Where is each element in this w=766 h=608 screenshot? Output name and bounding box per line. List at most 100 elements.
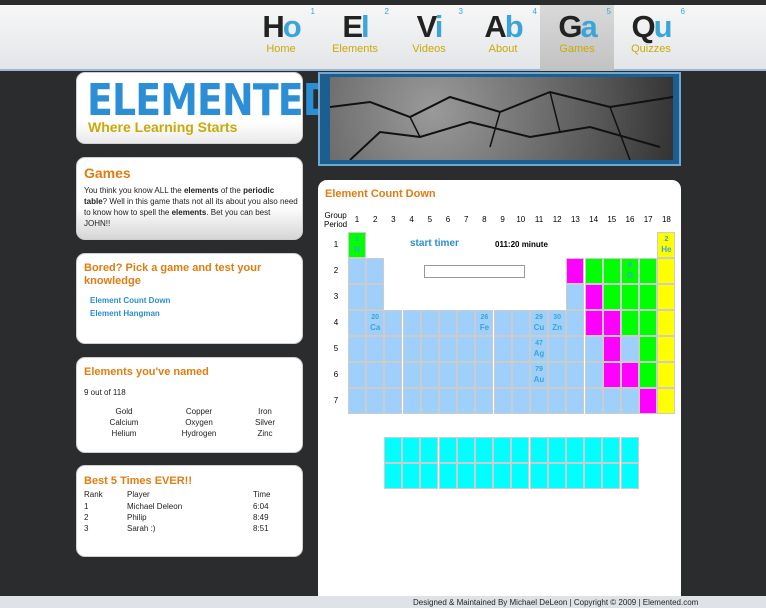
element-cell [348,362,366,388]
best-times-title: Best 5 Times EVER!! [84,475,193,487]
element-cell [621,336,639,362]
best-times-cell: 8:49 [253,513,269,522]
element-cell [475,362,494,388]
element-cell [584,284,603,310]
named-element: Gold [115,407,133,416]
nav-item-about[interactable]: Ab 4 About [466,5,540,71]
element-cell [457,388,476,414]
element-cell [493,362,512,388]
element-name-input[interactable] [424,265,525,278]
group-number: 1 [354,215,360,224]
element-cell [348,258,366,284]
element-cell [366,388,385,414]
nav-number: 5 [606,7,611,16]
header-banner [318,72,681,166]
start-timer-button[interactable]: start timer [410,238,459,249]
element-cell [566,258,585,284]
lanthanide-cell [547,437,566,463]
nav-number: 1 [310,7,315,16]
element-cell [584,336,603,362]
element-cell [584,388,603,414]
element-cell [439,336,457,362]
element-cell [566,310,585,336]
best-times-cell: 1 [84,502,89,511]
element-cell [420,336,439,362]
nav-item-videos[interactable]: Vi 3 Videos [392,5,466,71]
games-description: You think you know ALL the elements of t… [84,186,298,228]
lanthanide-cell [511,437,530,463]
pick-game-panel: Bored? Pick a game and test your knowled… [76,253,303,344]
period-number: 6 [333,370,339,379]
element-cell [457,310,476,336]
nav-label: Videos [412,43,446,55]
element-cell [621,284,639,310]
timer-display: 011:20 minute [495,240,548,249]
named-elements-panel: Elements you've named 9 out of 118 Gold C… [76,357,303,453]
named-element: Oxygen [185,418,213,427]
lanthanide-cell [456,437,475,463]
actinide-cell [475,463,493,489]
best-times-cell: 3 [84,524,89,533]
element-cell [657,388,676,414]
nav-symbol: Ab [484,9,523,44]
element-cell [493,336,512,362]
element-cell [584,310,603,336]
game-title: Element Count Down [325,188,436,200]
site-tagline: Where Learning Starts [88,119,238,135]
element-cell [639,362,658,388]
nav-item-elements[interactable]: El 2 Elements [318,5,392,71]
lanthanide-cell [402,437,421,463]
element-cell [584,362,603,388]
group-number: 6 [445,215,451,224]
element-cell [639,336,658,362]
element-cell [384,362,403,388]
lanthanide-cell [384,437,402,463]
nav-item-games[interactable]: Ga 5 Games [540,5,614,71]
nav-number: 6 [680,7,685,16]
named-element: Zinc [257,429,273,438]
element-cell [639,258,658,284]
lanthanide-cell [420,437,439,463]
actinide-cell [566,463,584,489]
element-cell [384,388,403,414]
element-cell [402,310,421,336]
nav-symbol: Qu [631,9,672,44]
element-cell [566,336,585,362]
group-number: 10 [516,215,526,224]
nav-item-quizzes[interactable]: Qu 6 Quizzes [614,5,688,71]
nav-label: Quizzes [631,43,671,55]
lanthanide-cell [493,437,512,463]
actinide-cell [402,463,421,489]
element-cell [602,258,621,284]
group-period-label: Group Period [324,211,348,229]
group-number: 7 [463,215,469,224]
element-cell [657,336,676,362]
actinide-cell [584,463,603,489]
element-cell [657,310,676,336]
element-hangman-link[interactable]: Element Hangman [90,309,160,318]
element-cell [420,362,439,388]
element-cell: 47 Ag [530,336,548,362]
lanthanide-cell [584,437,603,463]
element-cell [621,310,639,336]
element-cell [348,388,366,414]
nav-number: 2 [384,7,389,16]
element-cell [402,336,421,362]
element-cell [602,336,621,362]
element-count-down-link[interactable]: Element Count Down [90,296,170,305]
element-cell [366,284,385,310]
group-number: 18 [661,215,671,224]
element-cell [621,388,639,414]
element-cell [475,388,494,414]
element-cell [511,388,530,414]
nav-item-home[interactable]: Ho 1 Home [244,5,318,71]
element-cell [657,258,676,284]
named-element: Helium [111,429,137,438]
actinide-cell [384,463,402,489]
element-cell: 30 Zn [548,310,567,336]
element-cell [602,388,621,414]
period-number: 2 [333,266,339,275]
best-times-panel: Best 5 Times EVER!! Rank Player Time 1 Micha… [76,465,303,557]
lanthanide-cell [529,437,548,463]
actinide-cell [438,463,457,489]
